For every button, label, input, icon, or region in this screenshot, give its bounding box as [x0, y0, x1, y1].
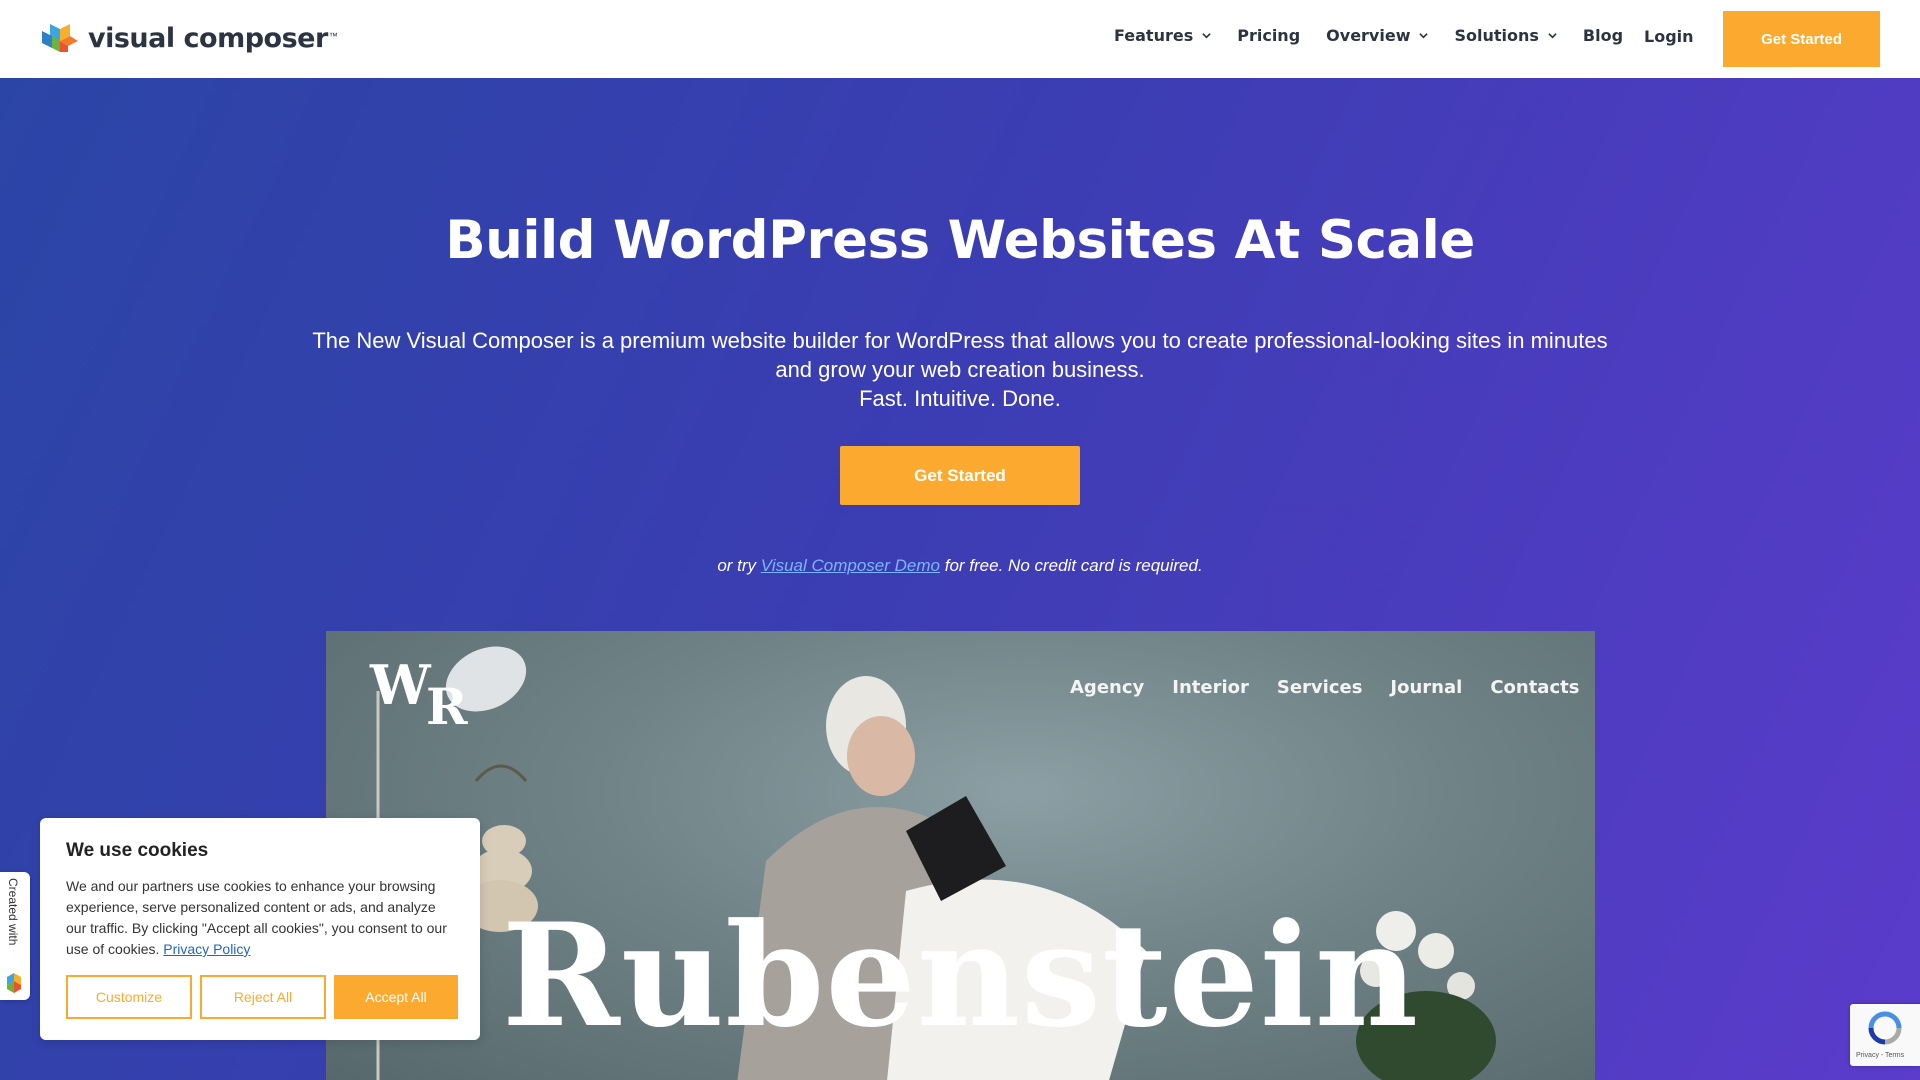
- reject-all-button[interactable]: Reject All: [200, 975, 326, 1019]
- cookie-body: We and our partners use cookies to enhan…: [66, 876, 454, 960]
- hero-description-block: The New Visual Composer is a premium web…: [300, 326, 1620, 413]
- main-nav: Features Pricing Overview Solutions Blog: [1114, 26, 1649, 45]
- recaptcha-badge[interactable]: Privacy - Terms: [1850, 1004, 1920, 1066]
- cookie-actions: Customize Reject All Accept All: [66, 975, 466, 1019]
- chevron-down-icon: [1548, 33, 1557, 39]
- nav-label: Features: [1114, 26, 1194, 45]
- accept-all-button[interactable]: Accept All: [334, 975, 458, 1019]
- chevron-down-icon: [1202, 33, 1211, 39]
- created-with-label: Created with: [6, 878, 20, 946]
- login-link[interactable]: Login: [1644, 27, 1694, 46]
- demo-note-suffix: for free. No credit card is required.: [944, 556, 1203, 575]
- cookie-banner: We use cookies We and our partners use c…: [40, 818, 480, 1040]
- preview-nav: Agency Interior Services Journal Contact…: [1070, 677, 1595, 698]
- preview-nav-item: Interior: [1172, 677, 1249, 698]
- nav-item-blog[interactable]: Blog: [1583, 26, 1623, 45]
- cookie-body-text: We and our partners use cookies to enhan…: [66, 878, 447, 957]
- demo-link[interactable]: Visual Composer Demo: [761, 556, 940, 575]
- demo-note-prefix: or try: [717, 556, 757, 575]
- preview-nav-item: Agency: [1070, 677, 1145, 698]
- logo-text: visual composer: [88, 22, 328, 54]
- preview-logo-w: W: [370, 653, 431, 717]
- nav-item-pricing[interactable]: Pricing: [1237, 26, 1300, 45]
- customize-button[interactable]: Customize: [66, 975, 192, 1019]
- preview-logo-r: R: [426, 677, 468, 736]
- preview-nav-item: Contacts: [1490, 677, 1580, 698]
- hero-description: The New Visual Composer is a premium web…: [312, 328, 1608, 382]
- cube-logo-icon: [7, 973, 21, 993]
- privacy-policy-link[interactable]: Privacy Policy: [163, 941, 250, 957]
- template-preview-image: W R Agency Interior Services Journal Con…: [326, 631, 1595, 1080]
- demo-note: or try Visual Composer Demo for free. No…: [0, 556, 1920, 576]
- hero-tagline: Fast. Intuitive. Done.: [859, 386, 1061, 411]
- recaptcha-icon: [1868, 1011, 1902, 1045]
- cookie-title: We use cookies: [66, 840, 209, 861]
- preview-nav-item: Journal: [1390, 677, 1463, 698]
- nav-label: Solutions: [1454, 26, 1539, 45]
- header-get-started-button[interactable]: Get Started: [1723, 11, 1880, 67]
- nav-label: Pricing: [1237, 26, 1301, 45]
- preview-nav-item: Services: [1276, 677, 1363, 698]
- nav-label: Overview: [1326, 26, 1411, 45]
- nav-item-features[interactable]: Features: [1114, 26, 1211, 45]
- nav-item-overview[interactable]: Overview: [1326, 26, 1429, 45]
- site-header: visual composer ™ Features Pricing Overv…: [0, 0, 1920, 78]
- recaptcha-links[interactable]: Privacy - Terms: [1856, 1052, 1904, 1059]
- hero-title: Build WordPress Websites At Scale: [445, 210, 1475, 271]
- logo-trademark: ™: [328, 31, 338, 41]
- site-logo[interactable]: visual composer ™: [40, 22, 338, 54]
- preview-brand-word: Rubenstein: [501, 893, 1420, 1059]
- chevron-down-icon: [1419, 33, 1429, 39]
- cube-logo-icon: [42, 24, 78, 52]
- created-with-tab[interactable]: Created with: [0, 872, 30, 1000]
- nav-item-solutions[interactable]: Solutions: [1454, 26, 1557, 45]
- nav-label: Blog: [1582, 26, 1624, 45]
- hero-get-started-button[interactable]: Get Started: [840, 446, 1080, 505]
